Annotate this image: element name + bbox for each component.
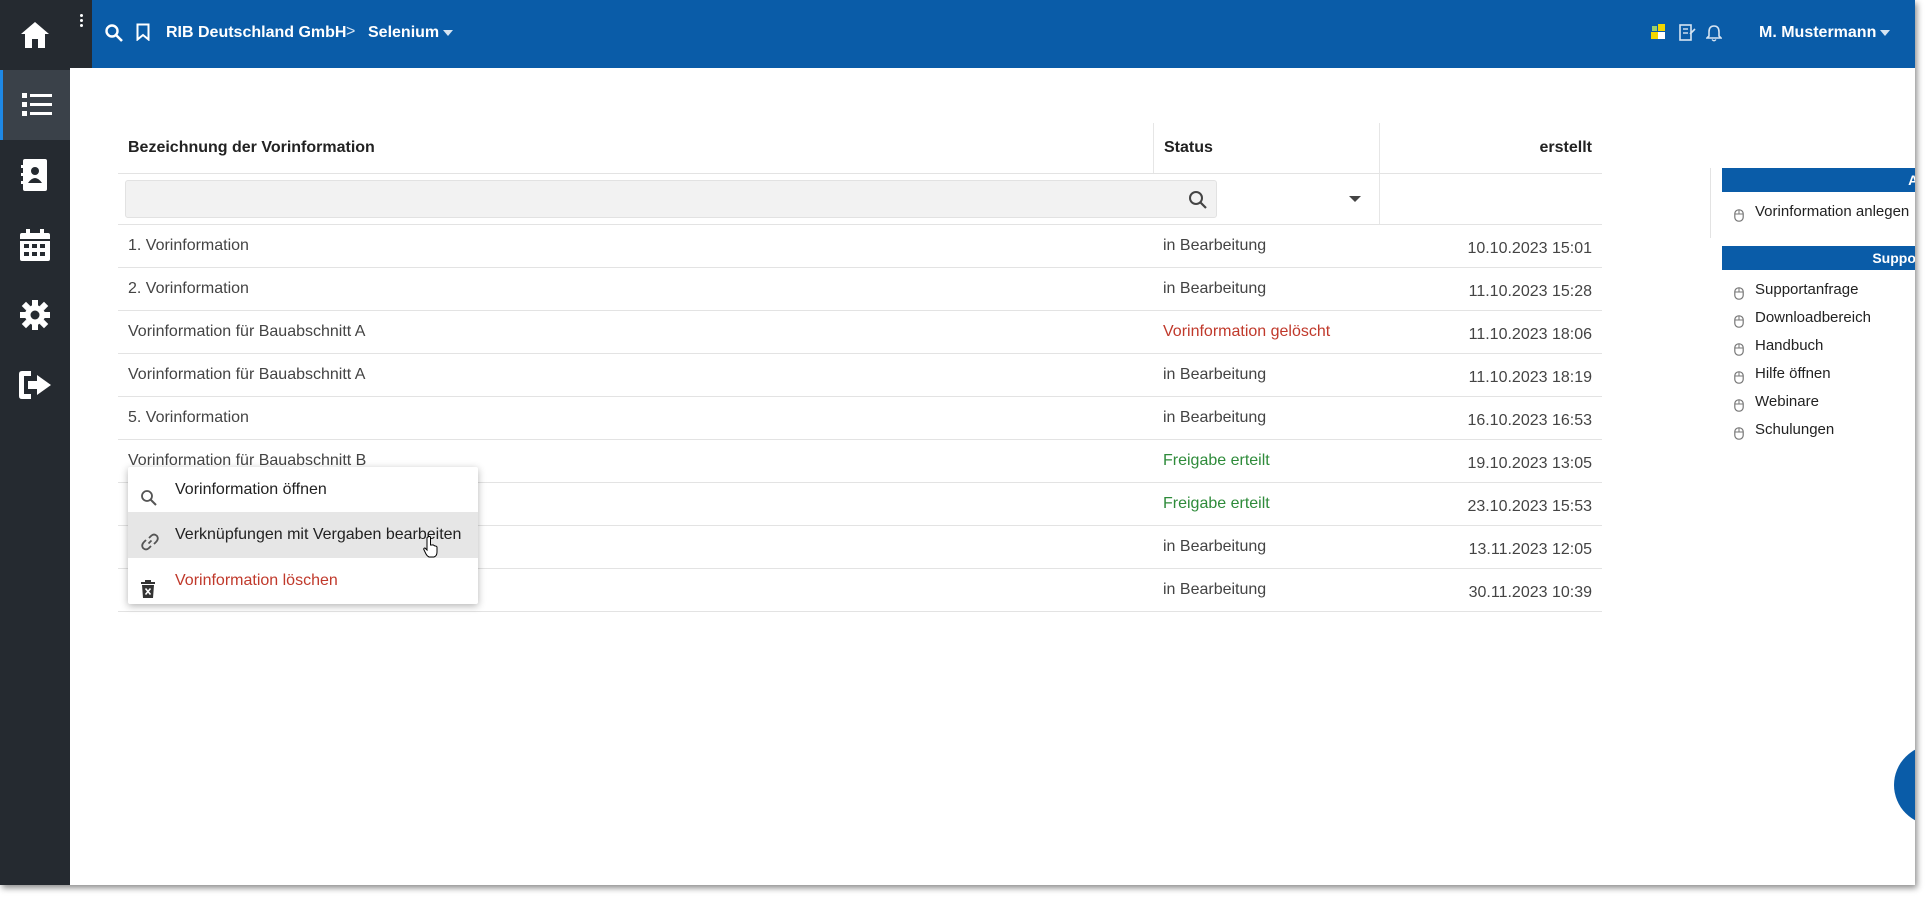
- row-created: 11.10.2023 18:06: [1468, 326, 1592, 343]
- ctx-open-label: Vorinformation öffnen: [175, 481, 327, 498]
- action-link[interactable]: Vorinformation anlegen: [1722, 198, 1915, 226]
- address-book-icon[interactable]: [0, 140, 70, 210]
- top-bar: RIB Deutschland GmbH > Selenium M. Muste…: [92, 0, 1915, 68]
- logout-icon[interactable]: [0, 350, 70, 420]
- ctx-delete-item[interactable]: Vorinformation löschen: [128, 558, 478, 604]
- panel-divider: [1710, 168, 1711, 238]
- table-row[interactable]: 2. Vorinformation in Bearbeitung 11.10.202…: [118, 268, 1602, 311]
- status-filter-select[interactable]: [1154, 174, 1380, 224]
- table-row[interactable]: Vorinformation für Bauabschnitt A Vorinfo…: [118, 311, 1602, 354]
- table-header: Bezeichnung der Vorinformation Status er…: [118, 123, 1602, 174]
- trash-icon: [140, 571, 156, 617]
- actions-heading: Aktionen: [1722, 168, 1915, 192]
- support-link-label: Webinare: [1755, 393, 1819, 410]
- row-status: in Bearbeitung: [1163, 366, 1267, 383]
- chevron-down-icon: [443, 29, 454, 36]
- support-link-label: Hilfe öffnen: [1755, 365, 1831, 382]
- breadcrumb-separator: >: [346, 23, 356, 40]
- chevron-down-icon: [1880, 29, 1891, 36]
- row-created: 16.10.2023 16:53: [1467, 412, 1592, 429]
- row-name: Vorinformation für Bauabschnitt A: [128, 323, 366, 340]
- row-status: in Bearbeitung: [1163, 237, 1267, 254]
- support-link-label: Handbuch: [1755, 337, 1824, 354]
- row-created: 11.10.2023 15:28: [1468, 283, 1592, 300]
- row-status: in Bearbeitung: [1163, 409, 1267, 426]
- mouse-icon: [1734, 422, 1744, 450]
- user-menu[interactable]: M. Mustermann: [1759, 24, 1891, 42]
- ctx-open-item[interactable]: Vorinformation öffnen: [128, 467, 478, 513]
- action-link-label: Vorinformation anlegen: [1755, 203, 1910, 220]
- gear-icon[interactable]: [0, 280, 70, 350]
- user-name: M. Mustermann: [1759, 24, 1877, 41]
- row-status: in Bearbeitung: [1163, 581, 1267, 598]
- row-name: 1. Vorinformation: [128, 237, 249, 254]
- table-row[interactable]: 5. Vorinformation in Bearbeitung 16.10.202…: [118, 397, 1602, 440]
- project-name: Selenium: [368, 24, 440, 41]
- chat-icon: [1912, 763, 1915, 807]
- row-status: Freigabe erteilt: [1163, 495, 1270, 512]
- table-row[interactable]: 1. Vorinformation in Bearbeitung 10.10.202…: [118, 225, 1602, 268]
- row-created: 30.11.2023 10:39: [1468, 584, 1592, 601]
- document-icon[interactable]: [1678, 24, 1696, 47]
- support-link-label: Supportanfrage: [1755, 281, 1859, 298]
- bell-icon[interactable]: [1705, 24, 1723, 47]
- support-link[interactable]: Webinare: [1722, 388, 1915, 416]
- row-status: Freigabe erteilt: [1163, 452, 1270, 469]
- row-created: 13.11.2023 12:05: [1468, 541, 1592, 558]
- name-filter-input[interactable]: [125, 180, 1217, 218]
- support-list: Supportanfrage Downloadbereich Handbuch Hil…: [1722, 276, 1915, 444]
- row-created: 10.10.2023 15:01: [1467, 240, 1592, 257]
- left-sidebar: [0, 0, 70, 885]
- bookmark-icon[interactable]: [136, 23, 150, 46]
- row-name: 5. Vorinformation: [128, 409, 249, 426]
- more-menu-icon[interactable]: [70, 0, 92, 68]
- hand-cursor-icon: [423, 536, 439, 563]
- support-link[interactable]: Downloadbereich: [1722, 304, 1915, 332]
- row-created: 11.10.2023 18:19: [1468, 369, 1592, 386]
- support-link[interactable]: Supportanfrage: [1722, 276, 1915, 304]
- list-icon[interactable]: [0, 70, 70, 140]
- calendar-icon[interactable]: [0, 210, 70, 280]
- app-window: RIB Deutschland GmbH > Selenium M. Muste…: [0, 0, 1915, 885]
- search-icon[interactable]: [105, 24, 123, 47]
- row-name: Vorinformation für Bauabschnitt A: [128, 366, 366, 383]
- mouse-icon: [1734, 204, 1744, 232]
- filter-row: [118, 174, 1602, 225]
- support-heading: Support / Hilfe: [1722, 246, 1915, 270]
- row-status: in Bearbeitung: [1163, 538, 1267, 555]
- company-name[interactable]: RIB Deutschland GmbH: [166, 24, 346, 42]
- actions-list: Vorinformation anlegen: [1722, 198, 1915, 226]
- row-created: 19.10.2023 13:05: [1467, 455, 1592, 472]
- row-name: 2. Vorinformation: [128, 280, 249, 297]
- chat-button[interactable]: [1894, 745, 1915, 825]
- support-link-label: Downloadbereich: [1755, 309, 1871, 326]
- support-link[interactable]: Schulungen: [1722, 416, 1915, 444]
- support-link[interactable]: Hilfe öffnen: [1722, 360, 1915, 388]
- side-panel: Aktionen Vorinformation anlegen Support …: [1722, 168, 1915, 444]
- column-header-status[interactable]: Status: [1154, 123, 1380, 173]
- project-selector[interactable]: Selenium: [368, 24, 454, 42]
- column-header-name[interactable]: Bezeichnung der Vorinformation: [118, 123, 1154, 173]
- ctx-delete-label: Vorinformation löschen: [175, 572, 338, 589]
- support-link[interactable]: Handbuch: [1722, 332, 1915, 360]
- row-status: Vorinformation gelöscht: [1163, 323, 1331, 340]
- row-status: in Bearbeitung: [1163, 280, 1267, 297]
- support-link-label: Schulungen: [1755, 421, 1835, 438]
- chevron-down-icon: [1349, 196, 1361, 202]
- home-icon[interactable]: [0, 0, 70, 70]
- apps-icon[interactable]: [1650, 24, 1666, 45]
- table-row[interactable]: Vorinformation für Bauabschnitt A in Bear…: [118, 354, 1602, 397]
- column-header-created[interactable]: erstellt: [1380, 123, 1602, 173]
- row-created: 23.10.2023 15:53: [1467, 498, 1592, 515]
- ctx-edit-links-label: Verknüpfungen mit Vergaben bearbeiten: [175, 526, 462, 543]
